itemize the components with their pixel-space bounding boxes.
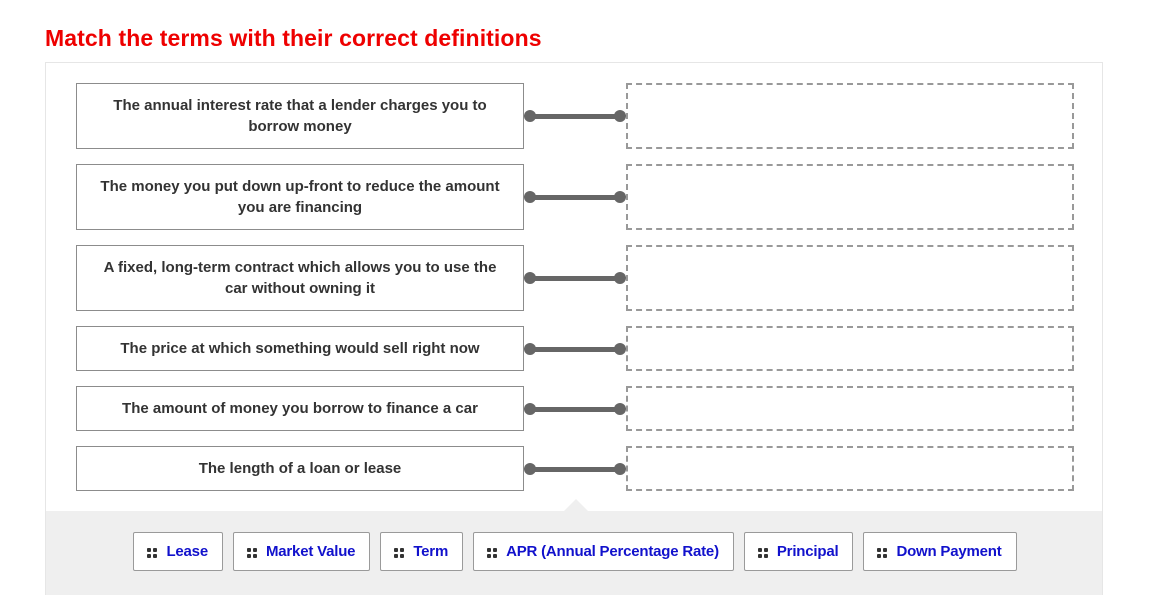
drop-zone[interactable] <box>626 245 1074 311</box>
connector-dot-left <box>524 342 536 355</box>
term-label: Lease <box>166 543 208 560</box>
definition-box: A fixed, long-term contract which allows… <box>76 245 524 311</box>
definition-box: The amount of money you borrow to financ… <box>76 386 524 431</box>
connector-line <box>530 114 620 119</box>
term-bank: Lease Market Value Term APR (Annual Perc… <box>46 499 1102 595</box>
term-label: Principal <box>776 543 839 560</box>
drag-grip-icon <box>246 547 257 558</box>
term-chip-term[interactable]: Term <box>380 532 464 571</box>
definition-box: The price at which something would sell … <box>76 326 524 371</box>
connector-dot-right <box>614 342 626 355</box>
term-chip-apr[interactable]: APR (Annual Percentage Rate) <box>473 532 734 571</box>
drag-grip-icon <box>394 547 405 558</box>
connector-line <box>530 195 620 200</box>
definition-box: The annual interest rate that a lender c… <box>76 83 524 149</box>
connector-line <box>530 466 620 472</box>
match-row: The length of a loan or lease <box>76 446 1074 491</box>
term-label: APR (Annual Percentage Rate) <box>506 543 719 560</box>
match-row: The amount of money you borrow to financ… <box>76 386 1074 431</box>
term-label: Market Value <box>265 543 356 560</box>
term-chip-lease[interactable]: Lease <box>133 532 223 571</box>
connector-line <box>530 346 620 352</box>
match-row: The price at which something would sell … <box>76 326 1074 371</box>
term-label: Down Payment <box>896 543 1002 560</box>
connector <box>524 402 626 416</box>
connector-dot-left <box>524 402 536 415</box>
connector-line <box>530 406 620 412</box>
definition-box: The money you put down up-front to reduc… <box>76 164 524 230</box>
match-row: A fixed, long-term contract which allows… <box>76 245 1074 311</box>
drag-grip-icon <box>487 547 498 558</box>
connector <box>524 462 626 476</box>
connector <box>524 271 626 285</box>
drop-zone[interactable] <box>626 164 1074 230</box>
matching-panel: The annual interest rate that a lender c… <box>45 62 1103 595</box>
connector-dot-left <box>524 191 536 203</box>
term-label: Term <box>413 543 449 560</box>
connector-dot-right <box>614 272 626 284</box>
connector-line <box>530 276 620 281</box>
drag-grip-icon <box>877 547 888 558</box>
bank-notch <box>564 499 588 511</box>
page-title: Match the terms with their correct defin… <box>45 25 542 51</box>
definition-box: The length of a loan or lease <box>76 446 524 491</box>
match-row: The money you put down up-front to reduc… <box>76 164 1074 230</box>
term-chip-market-value[interactable]: Market Value <box>232 532 371 571</box>
connector-dot-right <box>614 110 626 122</box>
connector-dot-left <box>524 110 536 122</box>
drag-grip-icon <box>147 547 158 558</box>
drop-zone[interactable] <box>626 83 1074 149</box>
connector-dot-left <box>524 272 536 284</box>
match-row: The annual interest rate that a lender c… <box>76 83 1074 149</box>
drop-zone[interactable] <box>626 326 1074 371</box>
drop-zone[interactable] <box>626 386 1074 431</box>
connector <box>524 190 626 204</box>
connector <box>524 109 626 123</box>
term-chip-principal[interactable]: Principal <box>743 532 854 571</box>
term-chip-down-payment[interactable]: Down Payment <box>863 532 1017 571</box>
drag-grip-icon <box>757 547 768 558</box>
drop-zone[interactable] <box>626 446 1074 491</box>
connector-dot-left <box>524 462 536 475</box>
connector-dot-right <box>614 462 626 475</box>
connector-dot-right <box>614 402 626 415</box>
connector <box>524 342 626 356</box>
connector-dot-right <box>614 191 626 203</box>
